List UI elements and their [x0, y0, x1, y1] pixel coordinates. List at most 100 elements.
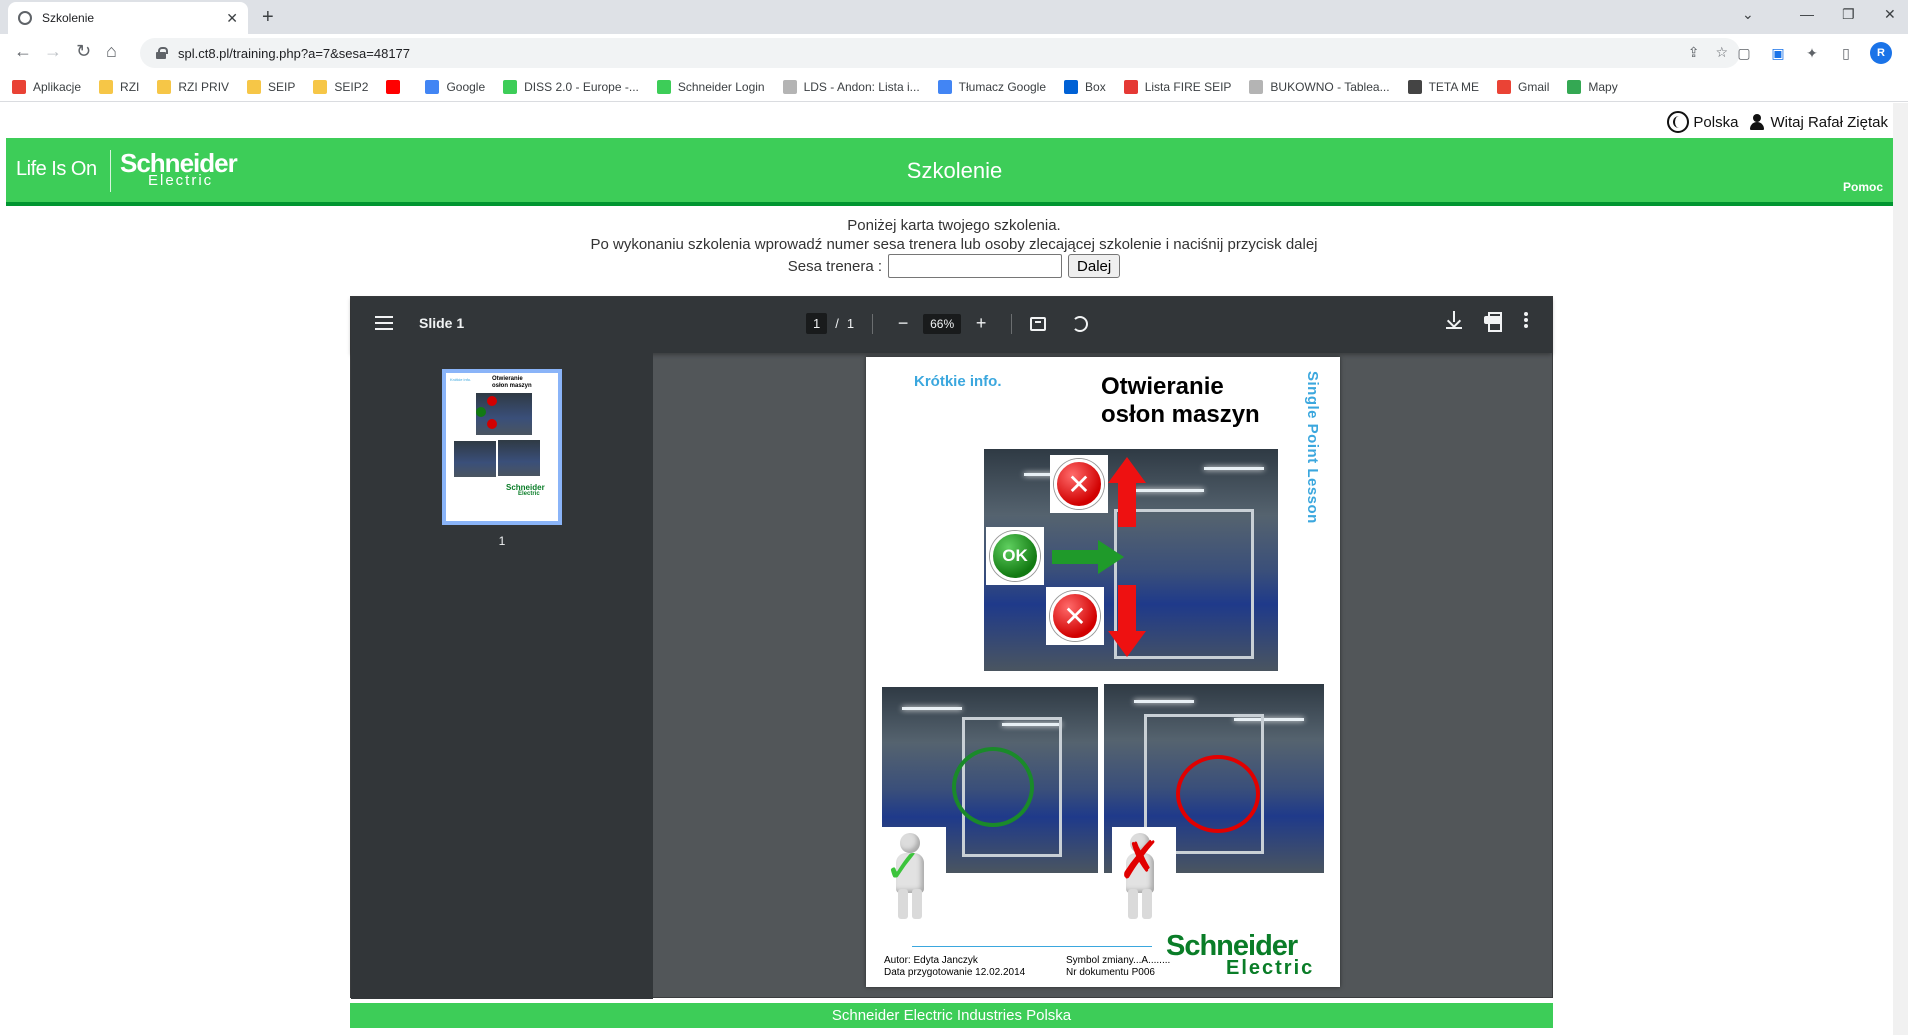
fit-page-icon[interactable] — [1030, 316, 1047, 331]
reload-icon[interactable]: ↻ — [76, 41, 91, 62]
globe-icon — [18, 11, 32, 25]
restore-icon[interactable]: ❐ — [1842, 6, 1855, 23]
instructions: Poniżej karta twojego szkolenia. Po wyko… — [0, 216, 1908, 254]
sesa-input[interactable] — [888, 254, 1063, 278]
minimize-icon[interactable]: — — [1800, 6, 1814, 22]
zoom-out-icon[interactable]: − — [891, 313, 915, 334]
bookmark-item[interactable]: LDS - Andon: Lista i... — [782, 79, 920, 94]
bookmark-item[interactable] — [386, 79, 407, 94]
bookmark-icon — [99, 79, 114, 94]
pdf-page-controls: 1 / 1 − 66% + — [806, 313, 1089, 334]
back-icon[interactable]: ← — [14, 41, 32, 62]
checkmark-icon: ✓ — [884, 840, 923, 892]
bookmark-icon — [782, 79, 797, 94]
bookmark-item[interactable]: TETA ME — [1407, 79, 1479, 94]
close-tab-icon[interactable]: ✕ — [226, 10, 238, 27]
pdf-viewer: Slide 1 1 / 1 − 66% + Krótkie info. Otwi… — [350, 296, 1553, 999]
instruction-line-1: Poniżej karta twojego szkolenia. — [847, 217, 1061, 234]
lock-icon[interactable] — [156, 47, 168, 59]
bookmark-item[interactable]: Schneider Login — [656, 79, 765, 94]
highlight-circle-red — [1176, 755, 1260, 833]
bookmark-item[interactable]: Google — [425, 79, 485, 94]
extension-icon[interactable]: ▣ — [1768, 43, 1788, 63]
arrow-down-shaft — [1118, 585, 1136, 631]
bookmark-icon — [386, 79, 401, 94]
bookmark-icon — [1249, 79, 1264, 94]
home-icon[interactable]: ⌂ — [106, 41, 117, 62]
next-button[interactable]: Dalej — [1068, 254, 1121, 278]
bookmark-item[interactable]: Mapy — [1567, 79, 1618, 94]
bookmark-item[interactable]: RZI — [99, 79, 139, 94]
bookmarks-bar: Aplikacje RZI RZI PRIV SEIP SEIP2 Google DISS … — [0, 72, 1908, 102]
ok-icon: OK — [986, 527, 1044, 585]
bookmark-item[interactable]: SEIP2 — [313, 79, 369, 94]
extension-icon[interactable]: ▢ — [1734, 43, 1754, 63]
print-icon[interactable] — [1484, 312, 1502, 332]
site-footer: Schneider Electric Industries Polska — [350, 1003, 1553, 1028]
wrong-direction-icon: ✕ — [1046, 587, 1104, 645]
pdf-toolbar: Slide 1 1 / 1 − 66% + — [351, 297, 1552, 353]
change-symbol-text: Symbol zmiany...A........ — [1066, 955, 1171, 966]
bookmark-label: Box — [1085, 79, 1106, 94]
author-text: Autor: Edyta Janczyk — [884, 955, 978, 966]
share-icon[interactable]: ⇪ — [1688, 44, 1700, 61]
profile-avatar[interactable]: R — [1870, 42, 1892, 64]
pdf-title: Slide 1 — [419, 315, 465, 331]
slide-title: Otwieranie osłon maszyn — [1101, 373, 1260, 428]
bookmark-item[interactable]: Lista FIRE SEIP — [1123, 79, 1232, 94]
zoom-in-icon[interactable]: + — [969, 313, 993, 334]
bookmark-icon — [656, 79, 671, 94]
bookmark-icon — [1064, 79, 1079, 94]
bookmark-label: SEIP2 — [334, 79, 369, 94]
address-bar[interactable]: spl.ct8.pl/training.php?a=7&sesa=48177 ⇪… — [140, 38, 1740, 68]
tab-search-icon[interactable]: ⌄ — [1742, 6, 1754, 23]
forward-icon[interactable]: → — [44, 41, 62, 62]
globe-icon[interactable] — [1667, 111, 1690, 133]
toolbar-divider — [1011, 313, 1013, 334]
bookmark-label: BUKOWNO - Tablea... — [1270, 79, 1390, 94]
cross-icon: ✗ — [1118, 832, 1162, 890]
bookmark-item[interactable]: Gmail — [1497, 79, 1549, 94]
bookmark-item[interactable]: BUKOWNO - Tablea... — [1249, 79, 1390, 94]
page-number-input[interactable]: 1 — [806, 313, 828, 334]
side-panel-icon[interactable]: ▯ — [1836, 43, 1856, 63]
puzzle-icon[interactable]: ✦ — [1802, 43, 1822, 63]
bookmark-item[interactable]: Tłumacz Google — [937, 79, 1047, 94]
url-text[interactable]: spl.ct8.pl/training.php?a=7&sesa=48177 — [178, 46, 410, 61]
prep-date-text: Data przygotowanie 12.02.2014 — [884, 967, 1026, 978]
bookmark-item[interactable]: SEIP — [247, 79, 296, 94]
bookmark-icon — [503, 79, 518, 94]
total-pages: 1 — [846, 316, 855, 331]
arrow-right-shaft — [1052, 550, 1098, 564]
bookmark-icon — [1497, 79, 1512, 94]
help-link[interactable]: Pomoc — [1843, 180, 1883, 194]
bookmark-label: Tłumacz Google — [958, 79, 1047, 94]
instruction-line-2: Po wykonaniu szkolenia wprowadź numer se… — [590, 236, 1318, 253]
pdf-page: Krótkie info. Otwieranie osłon maszyn Si… — [866, 357, 1340, 987]
language-link[interactable]: Polska — [1693, 114, 1738, 131]
bookmark-item[interactable]: DISS 2.0 - Europe -... — [503, 79, 639, 94]
bookmark-item[interactable]: RZI PRIV — [157, 79, 230, 94]
tab-strip: Szkolenie ✕ + ⌄ — ❐ ✕ — [0, 0, 1908, 34]
bookmark-label: Lista FIRE SEIP — [1144, 79, 1232, 94]
bookmark-label: RZI PRIV — [178, 79, 230, 94]
bookmark-icon — [12, 79, 26, 94]
zoom-input[interactable]: 66% — [923, 313, 962, 334]
download-icon[interactable] — [1446, 311, 1462, 329]
page-scrollbar[interactable] — [1893, 103, 1908, 1035]
menu-icon[interactable] — [375, 316, 393, 330]
user-icon — [1750, 114, 1765, 130]
bookmark-star-icon[interactable]: ☆ — [1715, 44, 1728, 61]
bookmark-label: SEIP — [268, 79, 296, 94]
bookmark-item[interactable]: Aplikacje — [12, 79, 81, 94]
new-tab-icon[interactable]: + — [262, 6, 274, 29]
thumbnail-sidebar: Krótkie info. Otwieranie osłon maszyn Sch… — [351, 353, 653, 999]
page-thumbnail[interactable]: Krótkie info. Otwieranie osłon maszyn Sch… — [442, 369, 562, 525]
more-options-icon[interactable] — [1524, 312, 1528, 328]
browser-tab[interactable]: Szkolenie ✕ — [8, 2, 248, 34]
bookmark-item[interactable]: Box — [1064, 79, 1106, 94]
close-window-icon[interactable]: ✕ — [1884, 6, 1896, 23]
highlight-circle-green — [952, 747, 1034, 827]
rotate-icon[interactable] — [1072, 315, 1089, 332]
single-point-lesson-label: Single Point Lesson — [1304, 371, 1321, 524]
